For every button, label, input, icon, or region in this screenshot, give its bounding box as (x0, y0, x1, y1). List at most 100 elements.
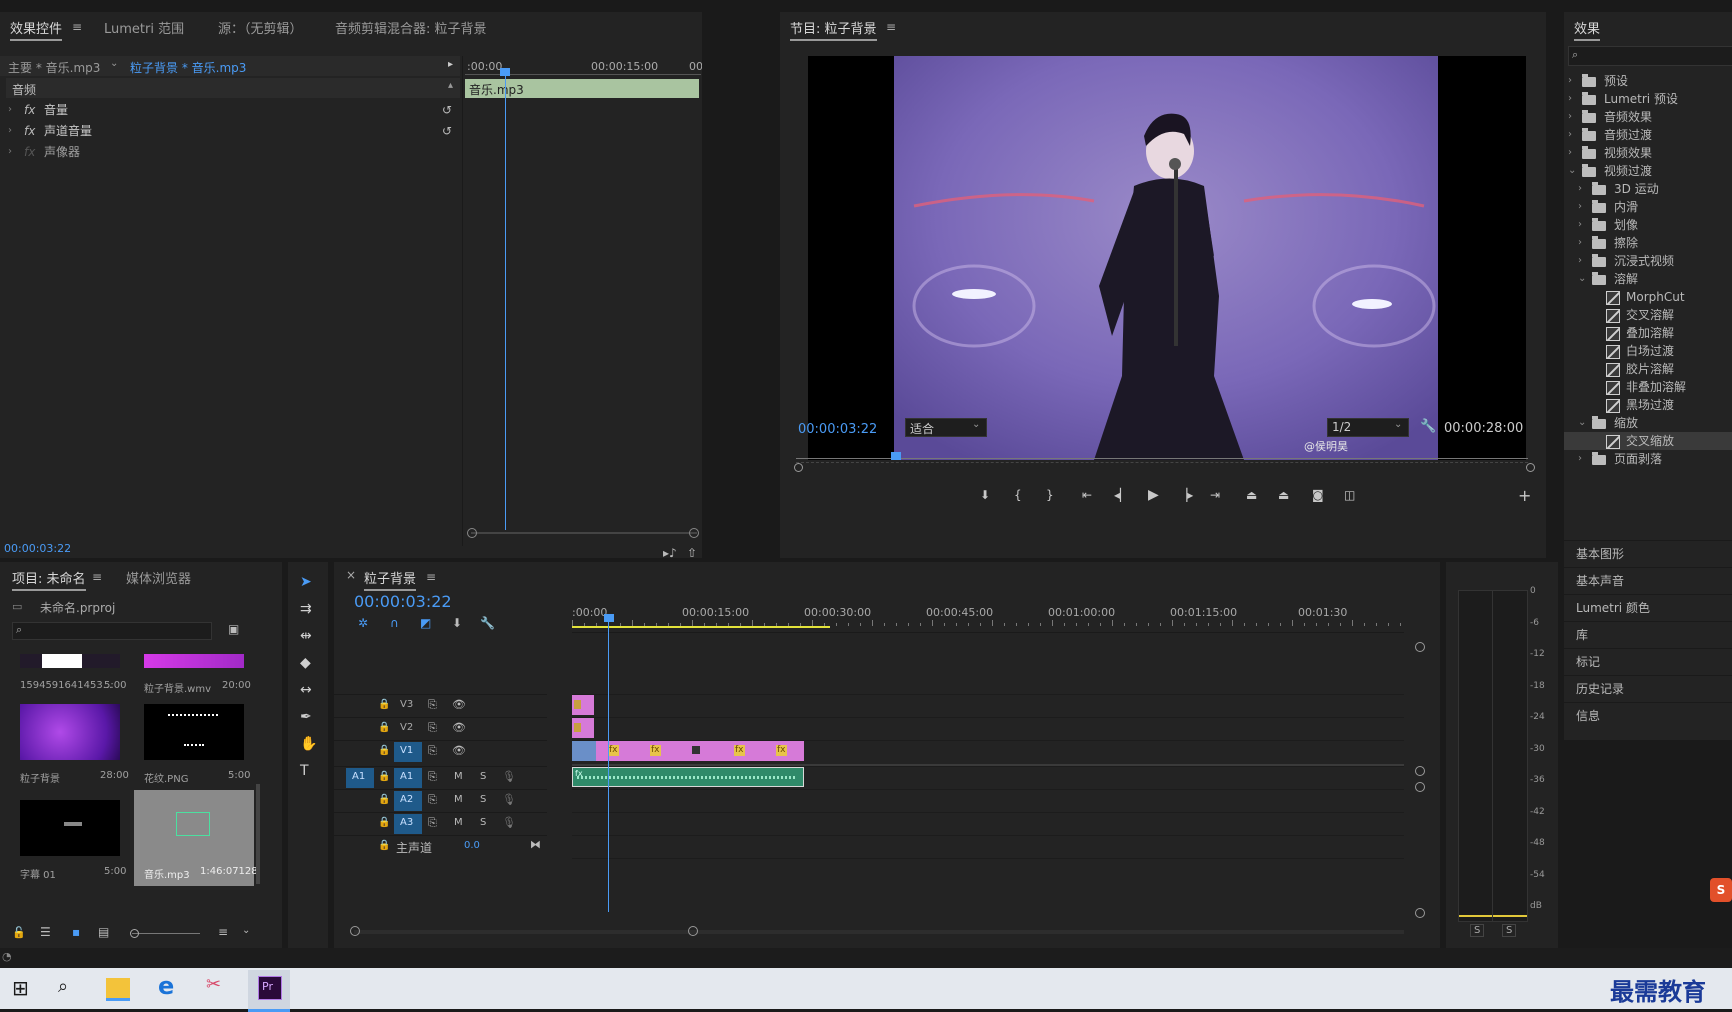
solo-button[interactable]: S (480, 794, 486, 805)
mute-button[interactable]: M (454, 794, 463, 805)
lock-icon[interactable]: 🔒 (378, 722, 390, 733)
chevron-right-icon[interactable]: › (1568, 108, 1572, 126)
master-value[interactable]: 0.0 (464, 840, 480, 851)
program-time-ruler[interactable] (796, 452, 1528, 470)
effect-volume[interactable]: › fx 音量 ↺ (0, 100, 460, 120)
audio-only-icon[interactable]: ▸♪ (663, 546, 677, 558)
razor-tool-icon[interactable]: ◆ (300, 655, 311, 671)
eye-icon[interactable]: 👁 (452, 721, 466, 734)
scroll-handle-left[interactable] (350, 926, 360, 936)
sidebar-item[interactable]: 标记 (1564, 648, 1732, 674)
expand-icon[interactable]: › (8, 100, 12, 120)
fx-icon[interactable]: fx (24, 142, 35, 162)
tab-lumetri-scopes[interactable]: Lumetri 范围 (104, 18, 184, 37)
selection-tool-icon[interactable]: ➤ (300, 574, 312, 590)
toggle-sync-lock-icon[interactable]: ⎘ (428, 721, 437, 735)
toggle-sync-lock-icon[interactable]: ⎘ (428, 816, 437, 830)
tab-effect-controls[interactable]: 效果控件 (10, 18, 63, 41)
video-clip[interactable]: fx (722, 741, 765, 761)
transition-item-selected[interactable]: 交叉缩放 (1564, 432, 1732, 450)
playhead-line[interactable] (505, 70, 506, 530)
v-scroll-handle[interactable] (1415, 782, 1425, 792)
video-clip[interactable]: fx (596, 741, 639, 761)
thumb-particle-sequence[interactable] (20, 704, 120, 760)
wrench-icon[interactable]: 🔧 (1420, 419, 1436, 434)
effects-subfolder[interactable]: › 内滑 (1564, 198, 1732, 216)
zoom-handle-left[interactable] (794, 463, 803, 472)
fx-icon[interactable]: fx (24, 100, 35, 120)
lock-icon[interactable]: 🔒 (378, 817, 390, 828)
effect-controls-menu-icon[interactable]: ≡ (72, 20, 82, 34)
new-bin-icon[interactable]: ▣ (228, 622, 239, 636)
sidebar-item[interactable]: Lumetri 颜色 (1564, 594, 1732, 620)
scroll-handle-right[interactable] (688, 926, 698, 936)
expand-icon[interactable]: › (8, 121, 12, 141)
mark-out-icon[interactable]: } (1046, 488, 1054, 502)
timeline-playhead-handle[interactable] (604, 614, 614, 622)
lock-icon[interactable]: 🔒 (378, 794, 390, 805)
go-to-out-icon[interactable]: ⇥ (1210, 488, 1220, 502)
eye-icon[interactable]: 👁 (452, 698, 466, 711)
chevron-right-icon[interactable]: › (1578, 198, 1582, 216)
tab-source[interactable]: 源：（无剪辑） (218, 18, 303, 37)
transition-item[interactable]: 叠加溶解 (1564, 324, 1732, 342)
chevron-right-icon[interactable]: › (1578, 180, 1582, 198)
effects-subfolder[interactable]: › 沉浸式视频 (1564, 252, 1732, 270)
thumb-image-1[interactable] (20, 654, 120, 668)
effects-folder[interactable]: › 视频效果 (1564, 144, 1732, 162)
tab-audio-mixer[interactable]: 音频剪辑混合器: 粒子背景 (335, 18, 487, 37)
effects-subfolder[interactable]: › 擦除 (1564, 234, 1732, 252)
timeline-ruler[interactable]: :00:00 00:00:15:00 00:00:30:00 00:00:45:00 0… (572, 602, 1404, 628)
program-timecode[interactable]: 00:00:03:22 (798, 422, 877, 437)
premiere-taskbar-button[interactable]: Pr (248, 970, 290, 1012)
toggle-sync-lock-icon[interactable]: ⎘ (428, 698, 437, 712)
timeline-timecode[interactable]: 00:00:03:22 (354, 592, 452, 611)
tab-project[interactable]: 项目: 未命名 (12, 568, 86, 591)
step-forward-icon[interactable]: ▕▸ (1178, 488, 1193, 502)
snap-icon[interactable]: ∩ (390, 616, 399, 630)
program-playhead[interactable] (891, 452, 901, 460)
timeline-scrollbar[interactable] (354, 930, 1404, 934)
scroll-handle-right[interactable] (689, 528, 699, 538)
chevron-right-icon[interactable]: › (1578, 252, 1582, 270)
sequence-clip-label[interactable]: 粒子背景 * 音乐.mp3 (130, 59, 246, 76)
sort-icon[interactable]: ≡ (218, 925, 228, 939)
effects-subfolder[interactable]: › 划像 (1564, 216, 1732, 234)
solo-button[interactable]: S (480, 771, 486, 782)
chevron-right-icon[interactable]: › (1568, 90, 1572, 108)
transition-item[interactable]: 黑场过渡 (1564, 396, 1732, 414)
microphone-icon[interactable]: 🎙 (502, 770, 516, 783)
project-scrollbar[interactable] (256, 784, 260, 884)
button-editor-icon[interactable]: + (1518, 486, 1531, 505)
zoom-slider-handle[interactable] (130, 929, 139, 938)
effects-subfolder[interactable]: ⌄ 溶解 (1564, 270, 1732, 288)
video-clip[interactable]: fx (764, 741, 805, 761)
project-menu-icon[interactable]: ≡ (92, 570, 102, 584)
nest-icon[interactable]: ✲ (358, 616, 368, 630)
transition-item[interactable]: 胶片溶解 (1564, 360, 1732, 378)
sidebar-item[interactable]: 库 (1564, 621, 1732, 647)
wrench-icon[interactable]: 🔧 (480, 616, 495, 630)
step-back-icon[interactable]: ◂▏ (1114, 488, 1129, 502)
effects-title[interactable]: 效果 (1574, 18, 1601, 41)
reset-icon[interactable]: ↺ (442, 100, 452, 120)
sidebar-item[interactable]: 基本声音 (1564, 567, 1732, 593)
audio-clip-bar[interactable]: 音乐.mp3 (465, 79, 699, 98)
chevron-right-icon[interactable]: › (1578, 216, 1582, 234)
search-icon[interactable]: ⌕ (58, 976, 68, 997)
comparison-view-icon[interactable]: ◫ (1344, 488, 1355, 502)
effects-folder[interactable]: ⌄ 视频过渡 (1564, 162, 1732, 180)
v-scroll-handle[interactable] (1415, 908, 1425, 918)
effects-folder[interactable]: › 预设 (1564, 72, 1732, 90)
reset-icon[interactable]: ↺ (442, 121, 452, 141)
video-clip[interactable] (572, 741, 596, 761)
lift-icon[interactable]: ⏏ (1246, 488, 1257, 502)
video-clip[interactable]: fx (638, 741, 681, 761)
v-scroll-handle[interactable] (1415, 766, 1425, 776)
toggle-sync-lock-icon[interactable]: ⎘ (428, 770, 437, 784)
toggle-sync-lock-icon[interactable]: ⎘ (428, 793, 437, 807)
lock-icon[interactable]: 🔒 (378, 771, 390, 782)
go-to-end-icon[interactable]: ⧓ (530, 838, 541, 851)
export-frame-icon[interactable]: ◙ (1312, 488, 1324, 502)
microphone-icon[interactable]: 🎙 (502, 793, 516, 806)
